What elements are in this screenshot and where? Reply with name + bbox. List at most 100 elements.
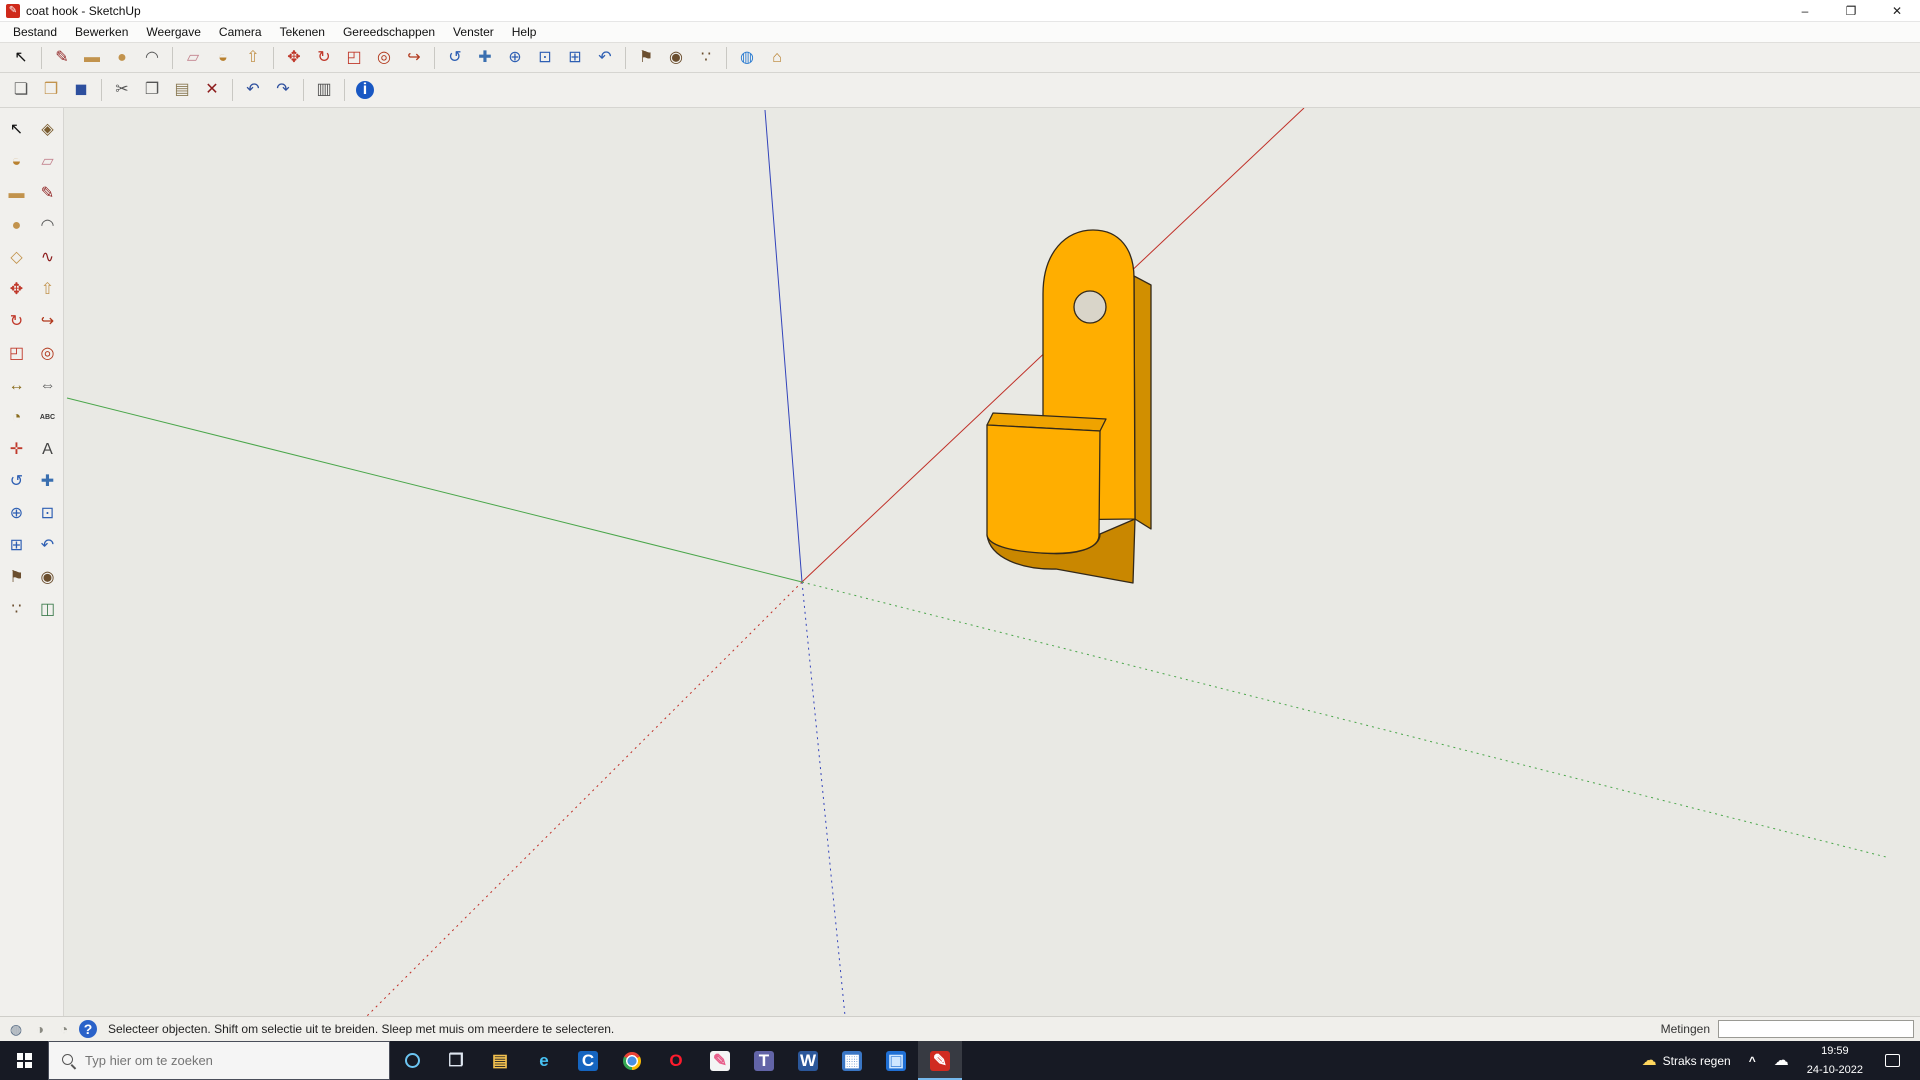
offset-tool[interactable]: ◎	[34, 340, 62, 367]
open-tool[interactable]: ❒	[37, 77, 65, 104]
select-tool[interactable]: ↖	[7, 44, 35, 71]
menu-bestand[interactable]: Bestand	[4, 22, 66, 42]
scale-tool[interactable]: ◰	[340, 44, 368, 71]
calculator[interactable]: ▦	[830, 1041, 874, 1080]
rectangle-tool[interactable]: ▬	[78, 44, 106, 71]
3d-text-tool[interactable]: A	[34, 436, 62, 463]
line-tool[interactable]: ✎	[48, 44, 76, 71]
zoom-extents-tool[interactable]: ⊞	[3, 532, 31, 559]
word[interactable]: W	[786, 1041, 830, 1080]
rotate-tool[interactable]: ↻	[3, 308, 31, 335]
copy-tool[interactable]: ❐	[138, 77, 166, 104]
zoom-extents-tool[interactable]: ⊞	[561, 44, 589, 71]
hidden-icons-button[interactable]: ^	[1740, 1041, 1765, 1080]
freehand-tool[interactable]: ∿	[34, 244, 62, 271]
look-around-tool[interactable]: ◉	[34, 564, 62, 591]
delete-tool[interactable]: ✕	[198, 77, 226, 104]
cortana[interactable]	[390, 1041, 434, 1080]
select-tool[interactable]: ↖	[3, 116, 31, 143]
move-tool[interactable]: ✥	[280, 44, 308, 71]
orbit-tool[interactable]: ↺	[441, 44, 469, 71]
measurements-input[interactable]	[1718, 1020, 1914, 1038]
scale-tool[interactable]: ◰	[3, 340, 31, 367]
onedrive-button[interactable]: ☁	[1765, 1041, 1798, 1080]
move-tool[interactable]: ✥	[3, 276, 31, 303]
redo-tool[interactable]: ↷	[269, 77, 297, 104]
weather-button[interactable]: ☁ Straks regen	[1633, 1041, 1740, 1080]
menu-bewerken[interactable]: Bewerken	[66, 22, 137, 42]
dimension-tool[interactable]: ⇔	[34, 372, 62, 399]
protractor-tool[interactable]: ◔	[3, 404, 31, 431]
edge[interactable]: e	[522, 1041, 566, 1080]
sketchup[interactable]: ✎	[918, 1041, 962, 1080]
text-tool[interactable]: ABC	[34, 404, 62, 431]
minimize-button[interactable]: –	[1782, 0, 1828, 21]
previous-view-tool[interactable]: ↶	[34, 532, 62, 559]
zoom-window-tool[interactable]: ⊡	[34, 500, 62, 527]
follow-me-tool[interactable]: ↪	[34, 308, 62, 335]
pan-tool[interactable]: ✚	[471, 44, 499, 71]
geolocation-icon[interactable]: ◍	[6, 1019, 26, 1039]
eraser-tool[interactable]: ▱	[179, 44, 207, 71]
arc-tool[interactable]: ◠	[34, 212, 62, 239]
orbit-tool[interactable]: ↺	[3, 468, 31, 495]
save-tool[interactable]: ◼	[67, 77, 95, 104]
offset-tool[interactable]: ◎	[370, 44, 398, 71]
pan-tool[interactable]: ✚	[34, 468, 62, 495]
search-input[interactable]	[85, 1053, 365, 1068]
close-button[interactable]: ✕	[1874, 0, 1920, 21]
cura[interactable]: C	[566, 1041, 610, 1080]
rotate-tool[interactable]: ↻	[310, 44, 338, 71]
follow-me-tool[interactable]: ↪	[400, 44, 428, 71]
tape-measure-tool[interactable]: ↔	[3, 372, 31, 399]
push-pull-tool[interactable]: ⇧	[34, 276, 62, 303]
google-earth-tool[interactable]: ◍	[733, 44, 761, 71]
arc-tool[interactable]: ◠	[138, 44, 166, 71]
section-plane-tool[interactable]: ◫	[34, 596, 62, 623]
paint-bucket-tool[interactable]: ◒	[3, 148, 31, 175]
print-tool[interactable]: ▥	[310, 77, 338, 104]
look-around-tool[interactable]: ◉	[662, 44, 690, 71]
zoom-tool[interactable]: ⊕	[501, 44, 529, 71]
eraser-tool[interactable]: ▱	[34, 148, 62, 175]
clock[interactable]: 19:59 24-10-2022	[1798, 1041, 1872, 1080]
opera[interactable]: O	[654, 1041, 698, 1080]
circle-tool[interactable]: ●	[3, 212, 31, 239]
new-tool[interactable]: ❏	[7, 77, 35, 104]
position-camera-tool[interactable]: ⚑	[3, 564, 31, 591]
file-explorer[interactable]: ▤	[478, 1041, 522, 1080]
rectangle-tool[interactable]: ▬	[3, 180, 31, 207]
maximize-button[interactable]: ❐	[1828, 0, 1874, 21]
line-tool[interactable]: ✎	[34, 180, 62, 207]
task-view[interactable]: ❐	[434, 1041, 478, 1080]
previous-view-tool[interactable]: ↶	[591, 44, 619, 71]
push-pull-tool[interactable]: ⇧	[239, 44, 267, 71]
menu-weergave[interactable]: Weergave	[137, 22, 209, 42]
chrome[interactable]	[610, 1041, 654, 1080]
menu-gereedschappen[interactable]: Gereedschappen	[334, 22, 444, 42]
menu-venster[interactable]: Venster	[444, 22, 503, 42]
cut-tool[interactable]: ✂	[108, 77, 136, 104]
start-button[interactable]	[0, 1041, 48, 1080]
zoom-tool[interactable]: ⊕	[3, 500, 31, 527]
undo-tool[interactable]: ↶	[239, 77, 267, 104]
make-component-tool[interactable]: ◈	[34, 116, 62, 143]
paste-tool[interactable]: ▤	[168, 77, 196, 104]
photos[interactable]: ▣	[874, 1041, 918, 1080]
3d-warehouse-tool[interactable]: ⌂	[763, 44, 791, 71]
walk-tool[interactable]: ∵	[3, 596, 31, 623]
walk-tool[interactable]: ∵	[692, 44, 720, 71]
model-info-tool[interactable]: i	[351, 77, 379, 104]
position-camera-tool[interactable]: ⚑	[632, 44, 660, 71]
stats-icon[interactable]: ◔	[54, 1019, 74, 1039]
menu-camera[interactable]: Camera	[210, 22, 271, 42]
zoom-window-tool[interactable]: ⊡	[531, 44, 559, 71]
polygon-tool[interactable]: ◇	[3, 244, 31, 271]
menu-help[interactable]: Help	[503, 22, 546, 42]
credits-icon[interactable]: ◑	[30, 1019, 50, 1039]
circle-tool[interactable]: ●	[108, 44, 136, 71]
taskbar-search[interactable]	[48, 1041, 390, 1080]
help-icon[interactable]: ?	[78, 1019, 98, 1039]
axes-tool[interactable]: ✛	[3, 436, 31, 463]
3d-viewport[interactable]	[64, 108, 1920, 1016]
